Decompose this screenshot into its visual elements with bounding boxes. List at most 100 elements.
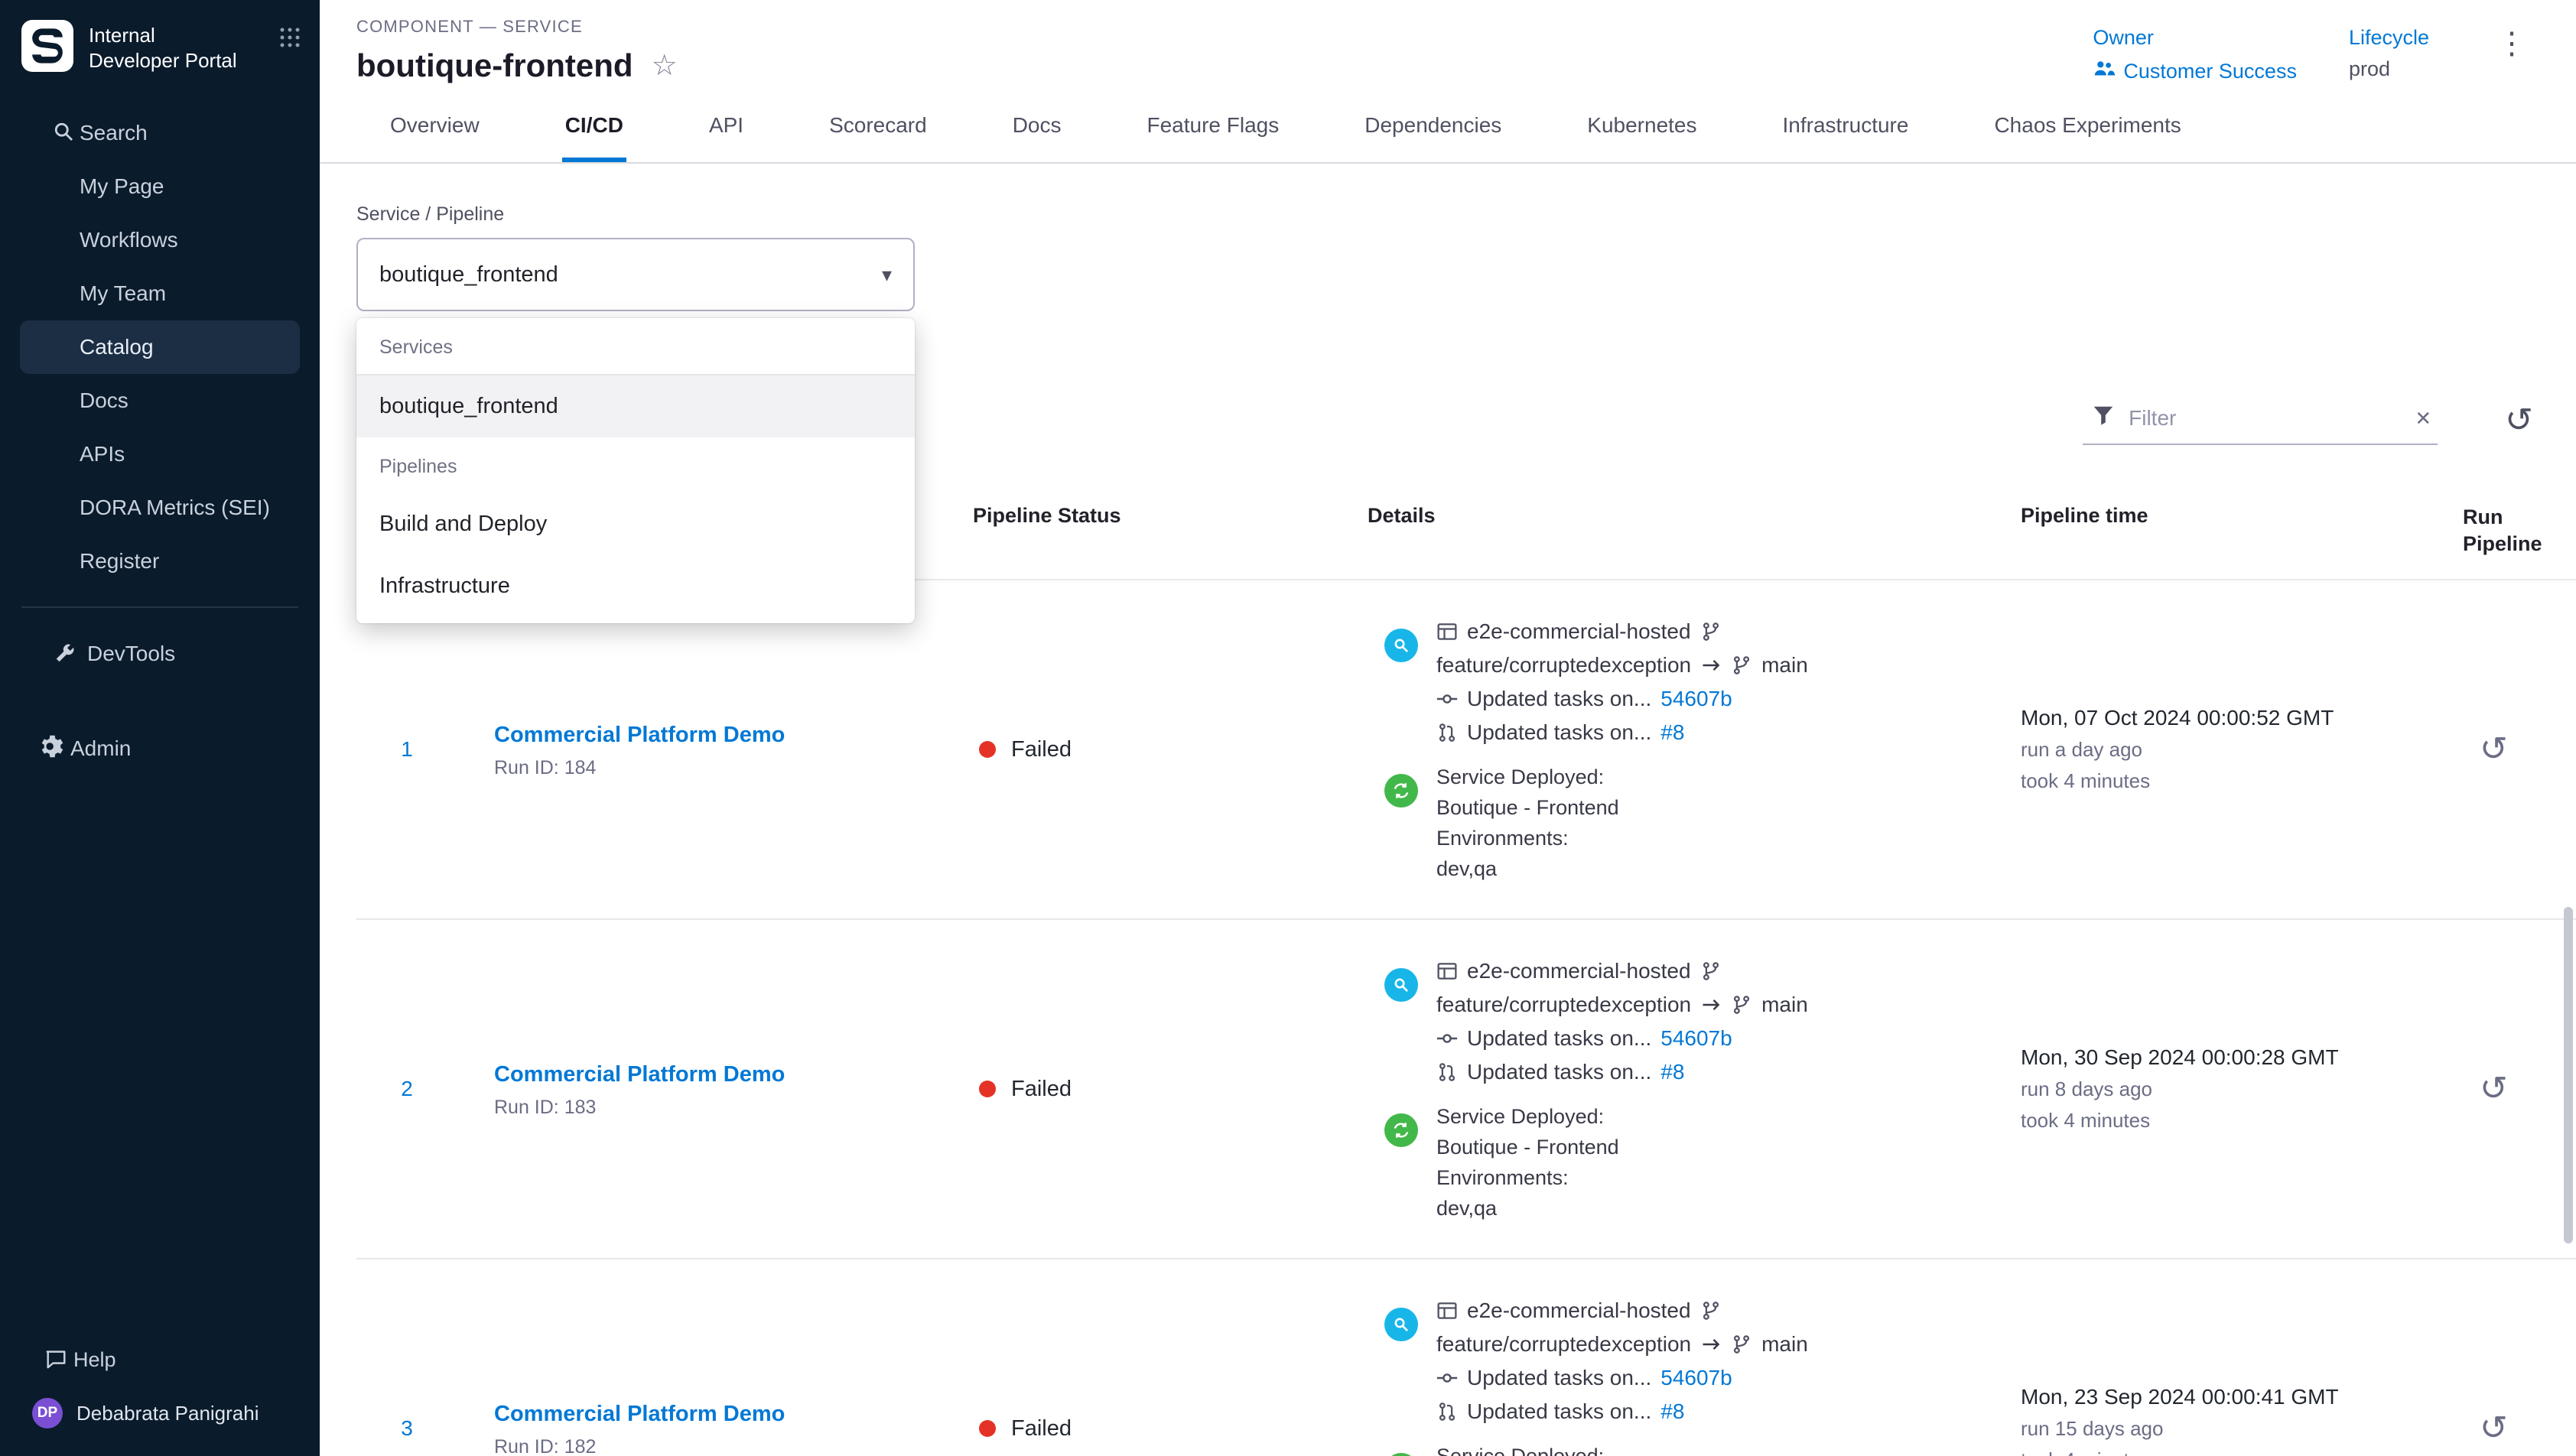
commit-message: Updated tasks on... bbox=[1467, 1366, 1651, 1390]
row-index-link[interactable]: 2 bbox=[356, 1077, 457, 1101]
filter-input[interactable] bbox=[2129, 406, 2401, 431]
status-failed-dot bbox=[979, 741, 996, 758]
pr-id-link[interactable]: #8 bbox=[1660, 720, 1684, 745]
entity-header-left: COMPONENT — SERVICE boutique-frontend ☆ bbox=[356, 17, 678, 86]
table-row: 3 Commercial Platform Demo Run ID: 182 F… bbox=[356, 1258, 2576, 1456]
sidebar-item-register[interactable]: Register bbox=[0, 535, 320, 588]
environments-value: dev,qa bbox=[1436, 1193, 1619, 1224]
user-avatar: DP bbox=[32, 1398, 63, 1428]
target-branch: main bbox=[1761, 653, 1808, 678]
arrow-right-icon bbox=[1700, 994, 1722, 1016]
status-cell: Failed bbox=[973, 737, 1368, 762]
row-index-link[interactable]: 3 bbox=[356, 1416, 457, 1441]
run-ago: run a day ago bbox=[2021, 738, 2446, 762]
tab-docs[interactable]: Docs bbox=[1010, 86, 1065, 162]
environments-label: Environments: bbox=[1436, 823, 1619, 853]
favorite-star-icon[interactable]: ☆ bbox=[652, 51, 678, 80]
ci-stage-icon bbox=[1384, 629, 1418, 662]
sidebar-item-search[interactable]: Search bbox=[0, 106, 320, 160]
sidebar-item-my-page[interactable]: My Page bbox=[0, 160, 320, 213]
git-branch-icon bbox=[1731, 655, 1752, 676]
pipeline-name-link[interactable]: Commercial Platform Demo bbox=[494, 1402, 785, 1426]
tab-chaos-experiments[interactable]: Chaos Experiments bbox=[1991, 86, 2184, 162]
sidebar-item-devtools[interactable]: DevTools bbox=[0, 626, 320, 681]
scrollbar-thumb[interactable] bbox=[2564, 907, 2573, 1243]
run-pipeline-cell: ↺ bbox=[2446, 733, 2576, 766]
sidebar-item-admin[interactable]: Admin bbox=[0, 721, 320, 776]
devtools-label: DevTools bbox=[87, 642, 175, 666]
deploy-service: Boutique - Frontend bbox=[1436, 1132, 1619, 1162]
sidebar-item-dora-metrics[interactable]: DORA Metrics (SEI) bbox=[0, 481, 320, 535]
commit-id-link[interactable]: 54607b bbox=[1660, 1026, 1732, 1051]
rerun-pipeline-icon[interactable]: ↺ bbox=[2480, 730, 2508, 768]
col-header-time: Pipeline time bbox=[2021, 504, 2446, 557]
repo-icon bbox=[1436, 960, 1458, 982]
select-dropdown-menu: Services boutique_frontend Pipelines Bui… bbox=[356, 318, 915, 623]
sidebar-item-apis[interactable]: APIs bbox=[0, 427, 320, 481]
rerun-pipeline-icon[interactable]: ↺ bbox=[2480, 1409, 2508, 1447]
tab-kubernetes[interactable]: Kubernetes bbox=[1584, 86, 1699, 162]
pull-request-icon bbox=[1436, 1401, 1458, 1422]
sidebar-item-workflows[interactable]: Workflows bbox=[0, 213, 320, 267]
run-pipeline-cell: ↺ bbox=[2446, 1412, 2576, 1445]
tab-dependencies[interactable]: Dependencies bbox=[1361, 86, 1504, 162]
commit-id-link[interactable]: 54607b bbox=[1660, 687, 1732, 711]
tab-scorecard[interactable]: Scorecard bbox=[826, 86, 930, 162]
details-cell: e2e-commercial-hosted feature/corruptede… bbox=[1368, 1294, 2021, 1456]
tab-overview[interactable]: Overview bbox=[387, 86, 483, 162]
ci-stage-icon bbox=[1384, 1308, 1418, 1341]
tab-feature-flags[interactable]: Feature Flags bbox=[1144, 86, 1283, 162]
sidebar-item-docs[interactable]: Docs bbox=[0, 374, 320, 427]
more-options-icon[interactable]: ⋮ bbox=[2487, 26, 2536, 61]
status-text: Failed bbox=[1011, 737, 1072, 762]
deploy-title: Service Deployed: bbox=[1436, 1441, 1619, 1456]
commit-icon bbox=[1436, 688, 1458, 710]
apps-grid-icon[interactable] bbox=[278, 20, 301, 55]
sidebar-item-help[interactable]: Help bbox=[0, 1334, 320, 1386]
entity-meta: Owner Customer Success Lifecycle prod ⋮ bbox=[2093, 17, 2536, 86]
team-icon bbox=[2093, 57, 2116, 86]
pr-id-link[interactable]: #8 bbox=[1660, 1060, 1684, 1084]
pr-id-link[interactable]: #8 bbox=[1660, 1399, 1684, 1424]
entity-tabs: Overview CI/CD API Scorecard Docs Featur… bbox=[320, 86, 2576, 164]
clear-filter-icon[interactable]: ✕ bbox=[2415, 407, 2431, 431]
pr-message: Updated tasks on... bbox=[1467, 1060, 1651, 1084]
commit-id-link[interactable]: 54607b bbox=[1660, 1366, 1732, 1390]
status-failed-dot bbox=[979, 1420, 996, 1437]
target-branch: main bbox=[1761, 993, 1808, 1017]
dropdown-option-infrastructure[interactable]: Infrastructure bbox=[356, 555, 915, 617]
git-branch-icon bbox=[1731, 1334, 1752, 1355]
sidebar: Internal Developer Portal Search My Page… bbox=[0, 0, 320, 1456]
commit-message: Updated tasks on... bbox=[1467, 1026, 1651, 1051]
sidebar-item-catalog[interactable]: Catalog bbox=[20, 320, 300, 374]
tab-api[interactable]: API bbox=[706, 86, 746, 162]
commit-icon bbox=[1436, 1367, 1458, 1389]
row-index-link[interactable]: 1 bbox=[356, 737, 457, 762]
table-row: 1 Commercial Platform Demo Run ID: 184 F… bbox=[356, 579, 2576, 918]
cd-stage-icon bbox=[1384, 774, 1418, 808]
rerun-pipeline-icon[interactable]: ↺ bbox=[2480, 1070, 2508, 1107]
run-id: Run ID: 182 bbox=[494, 1436, 973, 1456]
sidebar-item-my-team[interactable]: My Team bbox=[0, 267, 320, 320]
sidebar-header: Internal Developer Portal bbox=[0, 0, 320, 85]
tab-cicd[interactable]: CI/CD bbox=[562, 86, 626, 162]
owner-value[interactable]: Customer Success bbox=[2093, 57, 2297, 86]
pipeline-name-cell: Commercial Platform Demo Run ID: 183 bbox=[457, 1059, 973, 1119]
deploy-service: Boutique - Frontend bbox=[1436, 792, 1619, 823]
refresh-icon[interactable]: ↺ bbox=[2505, 404, 2533, 437]
source-branch: feature/corruptedexception bbox=[1436, 993, 1691, 1017]
cicd-content: Service / Pipeline boutique_frontend ▾ S… bbox=[320, 164, 2576, 1456]
user-profile[interactable]: DP Debabrata Panigrahi bbox=[0, 1386, 320, 1435]
commit-message: Updated tasks on... bbox=[1467, 687, 1651, 711]
pipeline-name-link[interactable]: Commercial Platform Demo bbox=[494, 1062, 785, 1087]
sidebar-footer: Help DP Debabrata Panigrahi bbox=[0, 1334, 320, 1456]
pr-message: Updated tasks on... bbox=[1467, 1399, 1651, 1424]
run-pipeline-cell: ↺ bbox=[2446, 1072, 2576, 1106]
executions-table: Pipeline Status Details Pipeline time Ru… bbox=[356, 489, 2576, 1456]
pipeline-name-link[interactable]: Commercial Platform Demo bbox=[494, 723, 785, 747]
dropdown-option-build-and-deploy[interactable]: Build and Deploy bbox=[356, 493, 915, 555]
dropdown-option-boutique-frontend[interactable]: boutique_frontend bbox=[356, 375, 915, 437]
service-pipeline-select[interactable]: boutique_frontend ▾ bbox=[356, 238, 915, 311]
tab-infrastructure[interactable]: Infrastructure bbox=[1780, 86, 1912, 162]
status-text: Failed bbox=[1011, 1416, 1072, 1441]
